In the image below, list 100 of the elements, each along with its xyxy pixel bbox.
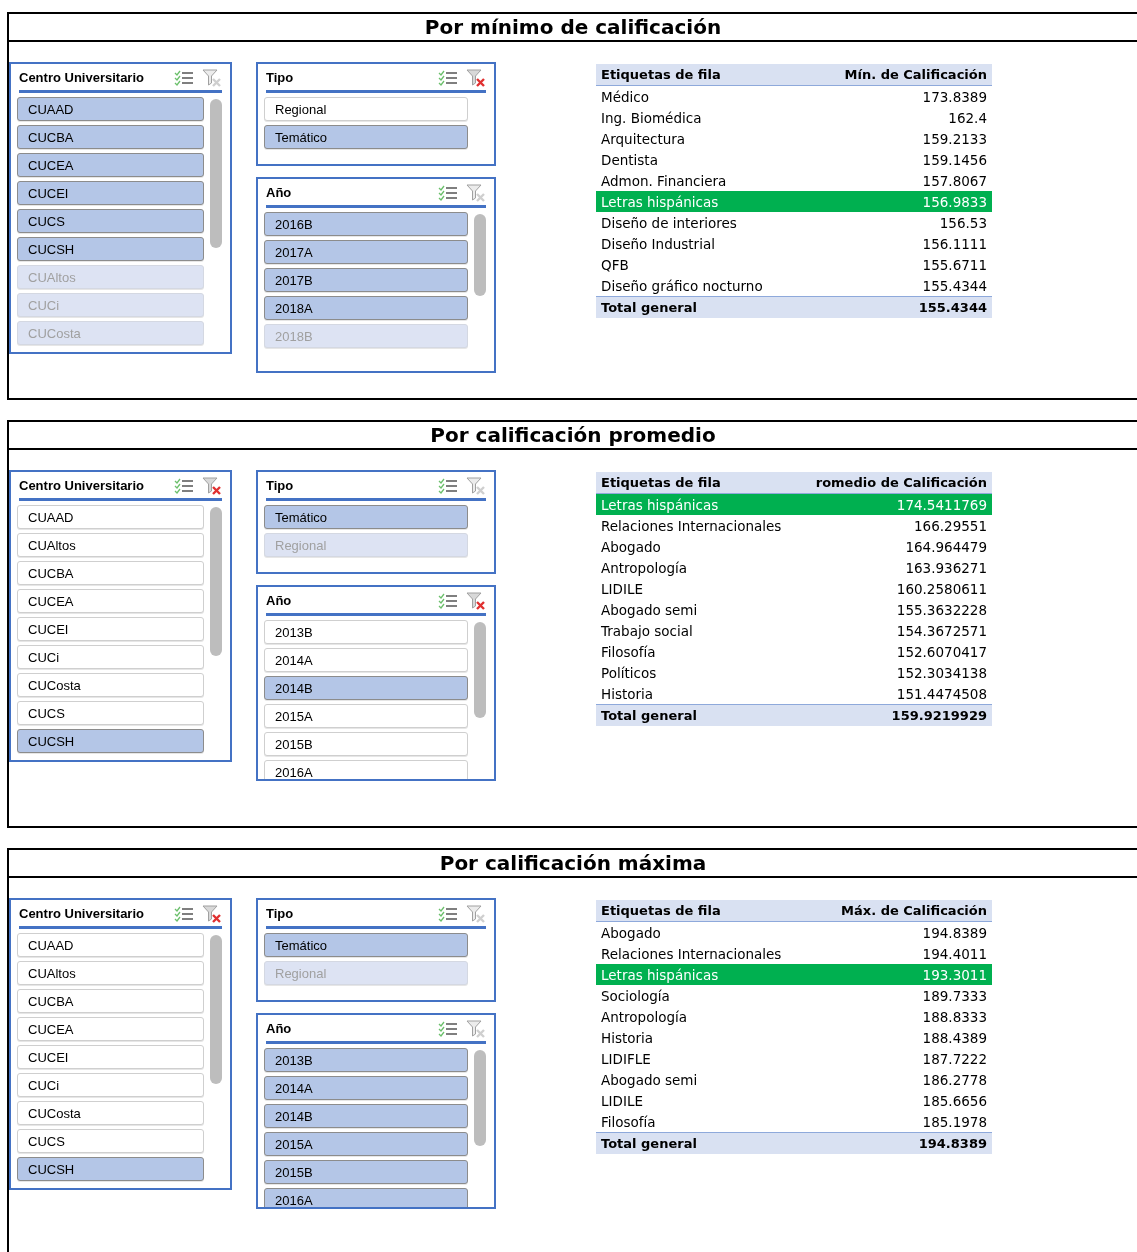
multi-select-icon[interactable] (438, 592, 458, 609)
slicer-item[interactable]: CUAltos (17, 961, 204, 985)
scrollbar-thumb[interactable] (474, 1050, 486, 1146)
table-cell: 164.964479 (905, 538, 987, 555)
slicer-item[interactable]: 2014B (264, 1104, 468, 1128)
slicer-item[interactable]: 2016A (264, 1188, 468, 1207)
multi-select-icon[interactable] (174, 477, 194, 494)
row-label: Antropología (601, 1008, 688, 1025)
slicer-item[interactable]: Temático (264, 505, 468, 529)
table-cell: 154.3672571 (896, 622, 987, 639)
slicer-item[interactable]: CUAAD (17, 97, 204, 121)
slicer-item[interactable]: 2018A (264, 296, 468, 320)
row-label: LIDILE (601, 1092, 643, 1109)
multi-select-icon[interactable] (438, 477, 458, 494)
scrollbar-thumb[interactable] (474, 622, 486, 718)
slicer-item[interactable]: CUCEA (17, 1017, 204, 1041)
slicer-item[interactable]: 2014A (264, 1076, 468, 1100)
slicer-item[interactable]: 2014A (264, 648, 468, 672)
slicer-item[interactable]: CUCSH (17, 729, 204, 753)
slicer-item[interactable]: 2016B (264, 212, 468, 236)
slicer-item[interactable]: 2016A (264, 760, 468, 779)
slicer-item[interactable]: CUAAD (17, 505, 204, 529)
multi-select-icon[interactable] (438, 1020, 458, 1037)
slicer-item[interactable]: 2015A (264, 1132, 468, 1156)
slicer-item[interactable]: 2015B (264, 1160, 468, 1184)
row-label: Diseño gráfico nocturno (601, 277, 763, 294)
slicer-item[interactable]: CUCEA (17, 153, 204, 177)
row-label: Letras hispánicas (601, 193, 719, 210)
table-cell: 160.2580611 (896, 580, 987, 597)
table-cell: 193.3011 (922, 966, 987, 983)
slicer-item[interactable]: CUCosta (17, 673, 204, 697)
table-cell: 157.8067 (922, 172, 987, 189)
slicer-item[interactable]: CUCSH (17, 237, 204, 261)
table-cell: 152.6070417 (896, 643, 987, 660)
table-cell: 155.3632228 (896, 601, 987, 618)
section-title: Por calificación máxima (439, 851, 707, 875)
clear-filter-icon[interactable] (202, 476, 222, 495)
clear-filter-icon[interactable] (466, 68, 486, 87)
slicer-item[interactable]: 2014B (264, 676, 468, 700)
row-label: QFB (601, 256, 629, 273)
slicer-item[interactable]: 2013B (264, 620, 468, 644)
clear-filter-icon[interactable] (466, 904, 486, 923)
row-label: Relaciones Internacionales (601, 517, 782, 534)
clear-filter-icon[interactable] (202, 904, 222, 923)
slicer-item[interactable]: CUCEI (17, 1045, 204, 1069)
scrollbar-thumb[interactable] (210, 99, 222, 248)
slicer-item[interactable]: CUCBA (17, 125, 204, 149)
slicer-item[interactable]: 2017A (264, 240, 468, 264)
row-label: LIDIFLE (601, 1050, 651, 1067)
slicer-item[interactable]: 2015B (264, 732, 468, 756)
scrollbar-thumb[interactable] (210, 507, 222, 656)
slicer-item[interactable]: CUCS (17, 209, 204, 233)
slicer-item[interactable]: 2017B (264, 268, 468, 292)
slicer-item[interactable]: CUCBA (17, 561, 204, 585)
table-cell: 166.29551 (914, 517, 987, 534)
slicer-item[interactable]: CUCSH (17, 1157, 204, 1181)
slicer-item[interactable]: CUCEI (17, 617, 204, 641)
table-cell: 185.1978 (922, 1113, 987, 1130)
clear-filter-icon[interactable] (466, 591, 486, 610)
slicer-item[interactable]: Temático (264, 933, 468, 957)
multi-select-icon[interactable] (438, 69, 458, 86)
clear-filter-icon[interactable] (202, 68, 222, 87)
slicer-item[interactable]: 2015A (264, 704, 468, 728)
row-label: Antropología (601, 559, 688, 576)
total-label: Total general (601, 708, 697, 723)
clear-filter-icon[interactable] (466, 476, 486, 495)
multi-select-icon[interactable] (174, 905, 194, 922)
slicer-item[interactable]: CUCS (17, 1129, 204, 1153)
table-cell: 156.53 (939, 214, 987, 231)
slicer-item[interactable]: CUCi (17, 645, 204, 669)
slicer-item[interactable]: Regional (264, 97, 468, 121)
slicer-item[interactable]: Temático (264, 125, 468, 149)
multi-select-icon[interactable] (438, 905, 458, 922)
slicer-item[interactable]: CUCosta (17, 1101, 204, 1125)
table-cell: 185.6656 (922, 1092, 987, 1109)
table-cell: 163.936271 (905, 559, 987, 576)
table-cell: 155.4344 (922, 277, 987, 294)
slicer-item[interactable]: CUCS (17, 701, 204, 725)
row-label: Diseño de interiores (601, 214, 737, 231)
row-label: Ing. Biomédica (601, 109, 702, 126)
row-label: Historia (601, 685, 654, 702)
column-header: Etiquetas de fila (601, 67, 721, 82)
table-cell: 188.8333 (922, 1008, 987, 1025)
scrollbar-thumb[interactable] (210, 935, 222, 1084)
table-cell: 159.1456 (922, 151, 987, 168)
multi-select-icon[interactable] (174, 69, 194, 86)
clear-filter-icon[interactable] (466, 1019, 486, 1038)
slicer-item[interactable]: CUAltos (17, 533, 204, 557)
table-cell: 186.2778 (922, 1071, 987, 1088)
slicer-item[interactable]: CUCBA (17, 989, 204, 1013)
row-label: Filosofía (601, 1113, 656, 1130)
scrollbar-thumb[interactable] (474, 214, 486, 296)
clear-filter-icon[interactable] (466, 183, 486, 202)
slicer-item[interactable]: CUAAD (17, 933, 204, 957)
slicer-item[interactable]: CUCEI (17, 181, 204, 205)
slicer-title: Centro Universitario (19, 70, 145, 85)
slicer-item[interactable]: CUCi (17, 1073, 204, 1097)
slicer-item[interactable]: CUCEA (17, 589, 204, 613)
slicer-item[interactable]: 2013B (264, 1048, 468, 1072)
multi-select-icon[interactable] (438, 184, 458, 201)
